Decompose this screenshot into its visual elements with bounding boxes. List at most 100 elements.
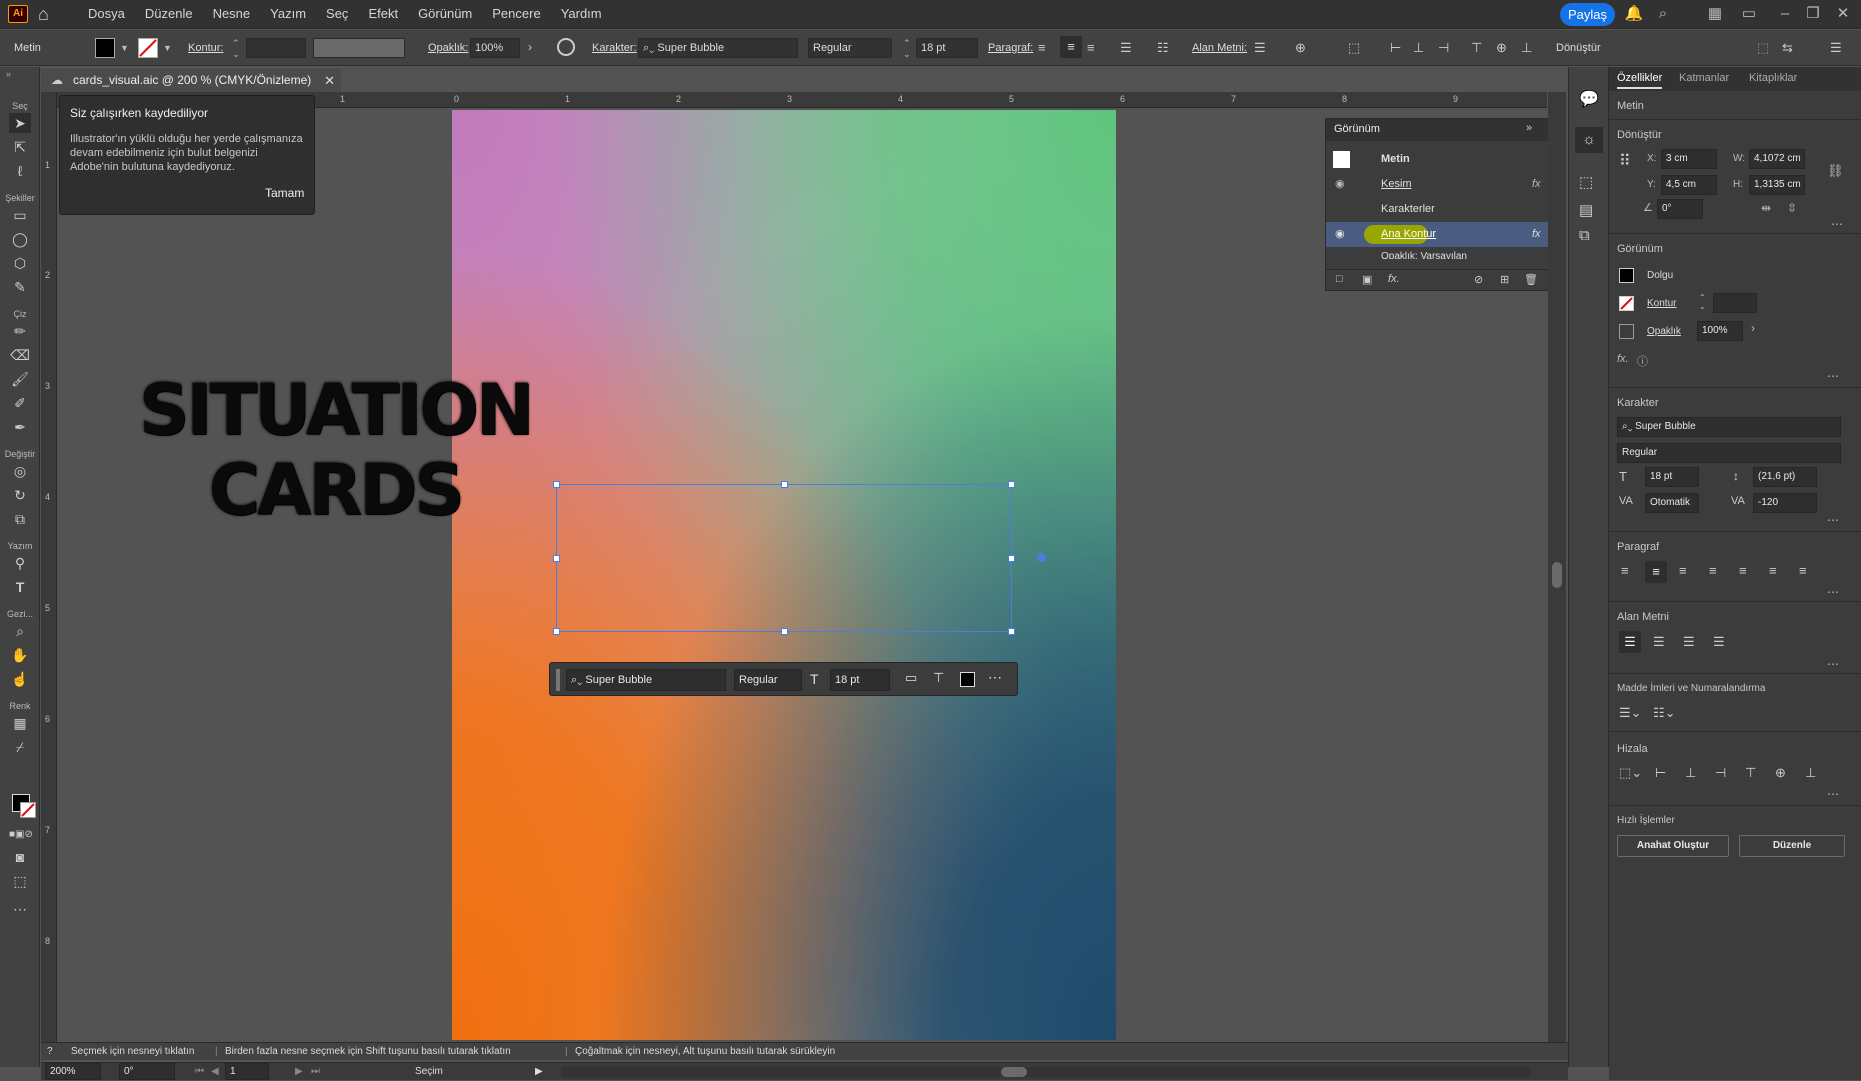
h-field[interactable]: 1,3135 cm <box>1749 175 1805 195</box>
stroke-color-swatch[interactable] <box>20 802 36 818</box>
stroke-label[interactable]: Kontur <box>1647 298 1676 309</box>
align-to-icon[interactable]: ⬚⌄ <box>1619 765 1642 781</box>
close-tab-icon[interactable]: ✕ <box>324 68 335 93</box>
bell-icon[interactable]: 🔔 <box>1623 4 1645 24</box>
align-vcenter-objects-icon[interactable]: ⊕ <box>1496 40 1507 56</box>
align-bottom-objects-icon[interactable]: ⊥ <box>1521 40 1532 56</box>
maximize-icon[interactable]: ❐ <box>1802 4 1824 24</box>
appearance-row-text[interactable]: Metin <box>1326 147 1550 172</box>
zoom-tool-icon[interactable]: ⌕ <box>9 621 31 641</box>
clear-appearance-icon[interactable]: ⊘ <box>1474 273 1483 286</box>
area-text-label[interactable]: Alan Metni: <box>1192 30 1247 66</box>
tab-layers[interactable]: Katmanlar <box>1679 72 1729 84</box>
previous-artboard-icon[interactable]: ◀ <box>211 1063 219 1081</box>
justify-vertical-icon[interactable]: ☰ <box>1713 634 1725 650</box>
eye-icon[interactable]: ◉ <box>1335 172 1345 197</box>
font-family-field[interactable]: ⌕⌄ Super Bubble <box>1617 417 1841 437</box>
menu-object[interactable]: Nesne <box>203 0 261 29</box>
menu-select[interactable]: Seç <box>316 0 358 29</box>
opacity-field[interactable]: 100% <box>470 38 520 58</box>
warp-tool-icon[interactable]: ◎ <box>9 461 31 481</box>
stepper-icon[interactable]: ⌃ ⌄ <box>1699 293 1706 311</box>
trash-icon[interactable]: 🗑 <box>1524 273 1538 286</box>
shaper-tool-icon[interactable]: ✎ <box>9 277 31 297</box>
home-icon[interactable]: ⌂ <box>38 4 60 24</box>
fill-swatch[interactable] <box>95 38 115 58</box>
stepper-icon[interactable]: ⌃ ⌄ <box>903 38 911 60</box>
text-thread-port[interactable] <box>1037 553 1046 562</box>
font-size-field[interactable]: 18 pt <box>1645 467 1699 487</box>
appearance-row-ana-kontur[interactable]: ◉ Ana Kontur fx <box>1326 222 1550 247</box>
align-left-icon[interactable]: ≡ <box>1038 40 1046 55</box>
more-options-icon[interactable]: ⋯ <box>1831 217 1843 231</box>
bullets-icon[interactable]: ☰⌄ <box>1619 705 1642 721</box>
appearance-row-label[interactable]: Ana Kontur <box>1381 222 1436 247</box>
align-to-icon[interactable]: ⬚ <box>1348 40 1360 56</box>
align-dock-icon[interactable]: ▤ <box>1579 201 1593 219</box>
paintbrush-tool-icon[interactable]: 🖌 <box>9 369 31 389</box>
align-center-icon[interactable]: ≡ <box>1060 36 1082 58</box>
pencil-tool-icon[interactable]: ✏ <box>9 321 31 341</box>
lasso-tool-icon[interactable]: ℓ <box>9 161 31 181</box>
stroke-swatch[interactable] <box>138 38 158 58</box>
tab-properties[interactable]: Özellikler <box>1617 72 1663 89</box>
create-outlines-button[interactable]: Anahat Oluştur <box>1617 835 1729 857</box>
polygon-tool-icon[interactable]: ⬡ <box>9 253 31 273</box>
align-top-objects-icon[interactable]: ⊤ <box>1471 40 1482 56</box>
pen-tool-icon[interactable]: ✒ <box>9 417 31 437</box>
resize-handle[interactable] <box>781 628 788 635</box>
tooltip-ok-button[interactable]: Tamam <box>265 186 304 200</box>
chevron-down-icon[interactable]: ▼ <box>120 43 129 53</box>
appearance-row-label[interactable]: Kesim <box>1381 172 1412 197</box>
add-effect-icon[interactable]: fx. <box>1388 273 1400 285</box>
resize-handle[interactable] <box>1008 628 1015 635</box>
align-right-objects-icon[interactable]: ⊣ <box>1438 40 1449 56</box>
w-field[interactable]: 4,1072 cm <box>1749 149 1805 169</box>
scrollbar-thumb[interactable] <box>1552 562 1562 588</box>
resize-handle[interactable] <box>553 555 560 562</box>
align-left-objects-icon[interactable]: ⊢ <box>1390 40 1401 56</box>
hand-tool-icon[interactable]: ✋ <box>9 645 31 665</box>
recolor-icon[interactable] <box>557 38 575 56</box>
more-tools-icon[interactable]: ⋯ <box>9 899 31 919</box>
status-menu-icon[interactable]: ▶ <box>535 1063 543 1081</box>
pathfinder-dock-icon[interactable]: ⧉ <box>1579 227 1590 244</box>
search-icon[interactable]: ⌕ <box>1652 4 1674 24</box>
more-options-icon[interactable]: ⋯ <box>1827 513 1839 527</box>
align-center-icon[interactable]: ≡ <box>1645 561 1667 583</box>
area-text-options-icon[interactable]: ☰ <box>1254 40 1266 56</box>
stroke-weight-field[interactable] <box>246 38 306 58</box>
transform-dock-icon[interactable]: ⬚ <box>1579 173 1593 191</box>
area-type-options-icon[interactable]: ▭ <box>905 670 917 686</box>
font-size-field[interactable]: 18 pt <box>916 38 978 58</box>
y-field[interactable]: 4,5 cm <box>1661 175 1717 195</box>
character-label[interactable]: Karakter: <box>592 30 637 66</box>
paragraph-label[interactable]: Paragraf: <box>988 30 1033 66</box>
menu-file[interactable]: Dosya <box>78 0 135 29</box>
zoom-field[interactable]: 200% <box>45 1063 101 1080</box>
opacity-label[interactable]: Opaklık <box>1647 326 1681 337</box>
justify-right-icon[interactable]: ≡ <box>1769 563 1777 578</box>
align-top-text-icon[interactable]: ☰ <box>1619 631 1641 653</box>
close-window-icon[interactable]: ✕ <box>1832 4 1854 24</box>
resize-handle[interactable] <box>781 481 788 488</box>
align-right-objects-icon[interactable]: ⊣ <box>1715 765 1726 781</box>
eye-icon[interactable]: ◉ <box>1335 222 1345 247</box>
last-artboard-icon[interactable]: ⏭ <box>311 1063 320 1081</box>
appearance-row-opacity[interactable]: Opaklık: Varsayılan <box>1326 247 1550 259</box>
globe-icon[interactable]: ⊕ <box>1295 40 1306 56</box>
draw-mode-icon[interactable]: ◙ <box>9 847 31 867</box>
align-hcenter-objects-icon[interactable]: ⊥ <box>1413 40 1424 56</box>
drag-handle[interactable] <box>556 669 560 691</box>
duplicate-item-icon[interactable]: ⊞ <box>1500 273 1509 286</box>
align-bottom-text-icon[interactable]: ☰ <box>1683 634 1695 650</box>
ctx-font-style-field[interactable]: Regular <box>734 669 802 691</box>
more-options-icon[interactable]: ⋯ <box>1827 585 1839 599</box>
menu-type[interactable]: Yazım <box>260 0 316 29</box>
justify-all-icon[interactable]: ≡ <box>1799 563 1807 578</box>
add-stroke-icon[interactable]: □ <box>1336 273 1343 285</box>
gradient-tool-icon[interactable]: ▦ <box>9 713 31 733</box>
situation-cards-text[interactable]: SITUATION CARDS <box>100 370 570 530</box>
first-artboard-icon[interactable]: ⏮ <box>195 1063 204 1081</box>
menu-view[interactable]: Görünüm <box>408 0 482 29</box>
